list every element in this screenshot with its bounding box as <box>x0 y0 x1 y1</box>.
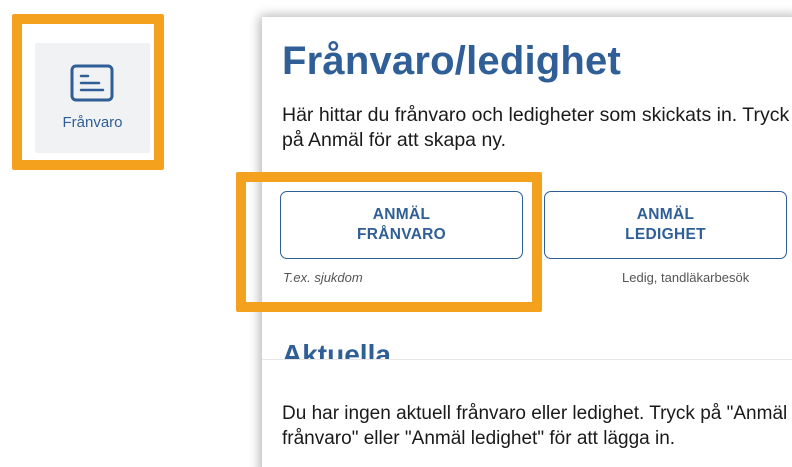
report-leave-label-line1: ANMÄL <box>636 206 695 223</box>
report-leave-button[interactable]: ANMÄL LEDIGHET <box>544 191 787 259</box>
page-intro: Här hittar du frånvaro och ledigheter so… <box>282 104 790 151</box>
report-leave-hint: Ledig, tandläkarbesök <box>622 270 750 285</box>
screenshot-stage: Frånvaro Frånvaro/ledighet Här hittar du… <box>0 0 792 467</box>
button-highlight-frame <box>236 172 542 312</box>
page-title: Frånvaro/ledighet <box>282 39 622 83</box>
report-leave-label-line2: LEDIGHET <box>625 226 706 243</box>
current-empty-message: Du har ingen aktuell frånvaro eller ledi… <box>282 403 788 449</box>
nav-highlight-frame <box>12 14 164 170</box>
